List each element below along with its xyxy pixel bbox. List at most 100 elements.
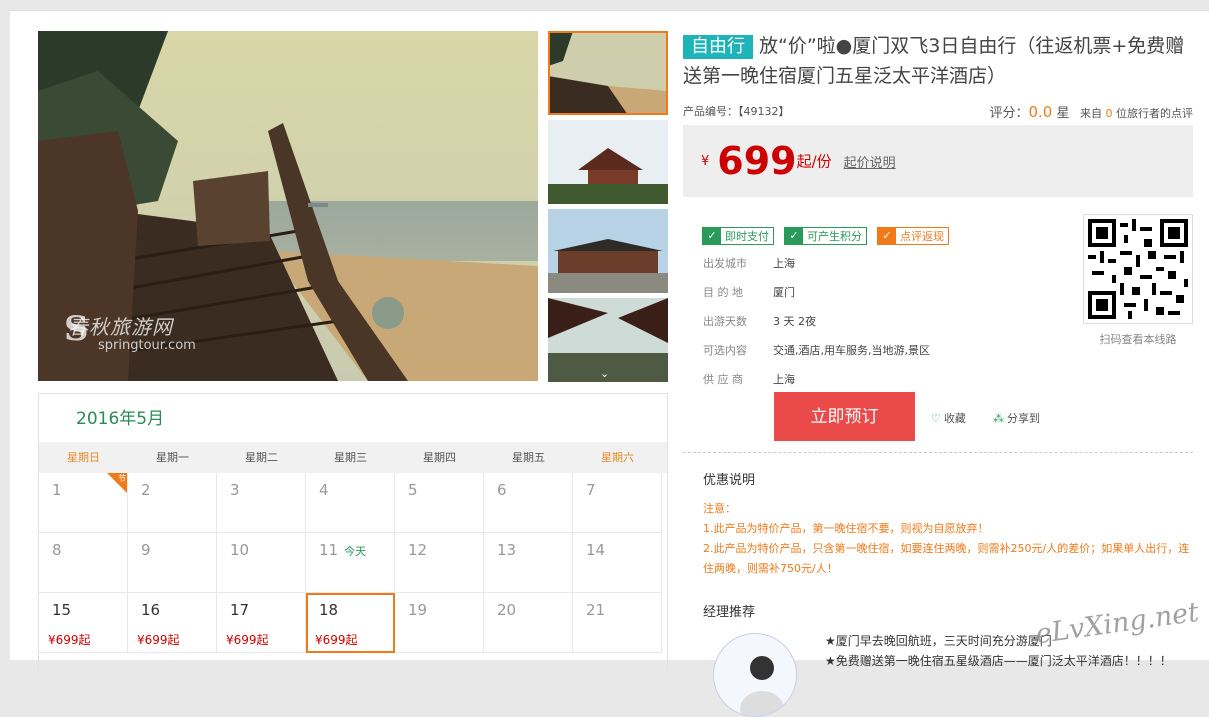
field-days: 出游天数 3 天 2夜 <box>703 315 816 328</box>
day-number: 9 <box>141 541 151 559</box>
day-number: 14 <box>586 541 606 559</box>
day-number: 18 <box>319 601 339 619</box>
day-price: ¥699起 <box>48 633 91 647</box>
calendar-day[interactable]: 12 <box>395 533 484 593</box>
calendar-title: 2016年5月 <box>76 409 165 429</box>
thumbnail-4[interactable]: ⌄ <box>548 298 668 382</box>
product-fields: 出发城市 上海 目 的 地厦门 出游天数 3 天 2夜 可选内容 交通,酒店,用车服务… <box>703 249 930 394</box>
product-tag: 自由行 <box>683 35 753 59</box>
day-price: ¥699起 <box>315 633 358 647</box>
promo-notes: 注意： 1.此产品为特价产品，第一晚住宿不要，则视为自愿放弃！ 2.此产品为特价… <box>703 499 1198 579</box>
calendar-day[interactable]: 17 ¥699起 <box>217 593 306 653</box>
field-destination: 目 的 地厦门 <box>703 286 795 299</box>
reviews-count[interactable]: 0 <box>1106 107 1113 120</box>
check-icon: ✓ <box>785 228 803 244</box>
product-code: 产品编号：【49132】 <box>683 105 790 118</box>
badge-points: ✓ 可产生积分 <box>784 227 867 245</box>
calendar-day[interactable]: 21 <box>573 593 662 653</box>
calendar-day[interactable]: 5 <box>395 473 484 533</box>
qr-caption: 扫码查看本线路 <box>1099 333 1177 346</box>
day-number: 19 <box>408 601 428 619</box>
calendar-day[interactable]: 14 <box>573 533 662 593</box>
calendar: 2016年5月 星期日 星期一 星期二 星期三 星期四 星期五 星期六 1节 2 3… <box>38 393 668 673</box>
day-number: 11 <box>319 541 339 559</box>
reviews-prefix: 来自 <box>1080 107 1102 120</box>
calendar-weekdays: 星期日 星期一 星期二 星期三 星期四 星期五 星期六 <box>39 442 667 473</box>
calendar-day[interactable]: 3 <box>217 473 306 533</box>
day-number: 3 <box>230 481 240 499</box>
feature-badges: ✓ 即时支付 ✓ 可产生积分 ✓ 点评返现 <box>702 227 949 245</box>
day-number: 5 <box>408 481 418 499</box>
calendar-day[interactable]: 10 <box>217 533 306 593</box>
price-explain-link[interactable]: 起价说明 <box>844 156 896 171</box>
calendar-day[interactable]: 8 <box>39 533 128 593</box>
page: S 春秋旅游网 springtour.com ⌄ 自由行 放“价”啦●厦门双飞3… <box>10 10 1209 717</box>
day-number: 13 <box>497 541 517 559</box>
chevron-down-icon[interactable]: ⌄ <box>600 367 609 380</box>
badge-instant-pay: ✓ 即时支付 <box>702 227 774 245</box>
weekday-sun: 星期日 <box>67 451 100 464</box>
weekday-mon: 星期一 <box>156 451 189 464</box>
thumbnail-3[interactable] <box>548 209 668 293</box>
calendar-day[interactable]: 7 <box>573 473 662 533</box>
price-unit: 起/份 <box>796 152 832 171</box>
product-info: 自由行 放“价”啦●厦门双飞3日自由行（往返机票+免费赠送第一晚住宿厦门五星泛太平… <box>683 31 1193 197</box>
field-options: 可选内容 交通,酒店,用车服务,当地游,景区 <box>703 344 930 357</box>
qr-code <box>1083 214 1193 324</box>
watermark-en: springtour.com <box>98 338 196 353</box>
weekday-fri: 星期五 <box>512 451 545 464</box>
calendar-day[interactable]: 13 <box>484 533 573 593</box>
share-button[interactable]: ⁂ 分享到 <box>993 410 1040 426</box>
calendar-day[interactable]: 9 <box>128 533 217 593</box>
manager-heading: 经理推荐 <box>703 605 756 620</box>
day-price: ¥699起 <box>226 633 269 647</box>
rating-block: 评分：0.0 星 来自 0 位旅行者的点评 <box>989 103 1193 121</box>
day-number: 4 <box>319 481 329 499</box>
weekday-tue: 星期二 <box>245 451 278 464</box>
calendar-day[interactable]: 15 ¥699起 <box>39 593 128 653</box>
day-number: 20 <box>497 601 517 619</box>
promo-line: 2.此产品为特价产品，只含第一晚住宿，如要连住两晚，则需补250元/人的差价；如… <box>703 542 1190 575</box>
product-meta: 产品编号：【49132】 评分：0.0 星 来自 0 位旅行者的点评 <box>683 103 1193 121</box>
day-number: 17 <box>230 601 250 619</box>
reviews-suffix: 位旅行者的点评 <box>1116 107 1193 120</box>
day-number: 12 <box>408 541 428 559</box>
calendar-grid: 1 节 2 3 4 5 6 7 8 9 10 11 今天 12 13 14 15 ¥699起 16 ¥699起 17 ¥6… <box>39 473 667 653</box>
calendar-day[interactable]: 11 今天 <box>306 533 395 593</box>
thumbnail-1[interactable] <box>548 31 668 115</box>
day-number: 10 <box>230 541 250 559</box>
field-supplier: 供 应 商上海 <box>703 373 795 386</box>
check-icon: ✓ <box>878 228 896 244</box>
calendar-day[interactable]: 2 <box>128 473 217 533</box>
day-number: 15 <box>52 601 72 619</box>
thumbnail-2[interactable] <box>548 120 668 204</box>
day-number: 1 <box>52 481 62 499</box>
score-label: 评分： <box>989 106 1029 121</box>
calendar-day[interactable]: 16 ¥699起 <box>128 593 217 653</box>
manager-text: ★厦门早去晚回航班，三天时间充分游厦门 ★免费赠送第一晚住宿五星级酒店——厦门泛… <box>825 634 1172 668</box>
price-currency: ¥ <box>701 153 710 169</box>
day-number: 8 <box>52 541 62 559</box>
favorite-button[interactable]: ♡ 收藏 <box>931 410 966 426</box>
product-title-block: 自由行 放“价”啦●厦门双飞3日自由行（往返机票+免费赠送第一晚住宿厦门五星泛太平… <box>683 31 1193 91</box>
calendar-day[interactable]: 20 <box>484 593 573 653</box>
heart-icon: ♡ <box>931 412 941 425</box>
weekday-thu: 星期四 <box>423 451 456 464</box>
main-photo[interactable]: S 春秋旅游网 springtour.com <box>38 31 538 381</box>
day-number: 6 <box>497 481 507 499</box>
calendar-day[interactable]: 19 <box>395 593 484 653</box>
watermark: S 春秋旅游网 springtour.com <box>64 309 196 353</box>
day-number: 2 <box>141 481 151 499</box>
thumbnail-strip: ⌄ <box>548 31 668 387</box>
calendar-day[interactable]: 1节 <box>39 473 128 533</box>
calendar-day[interactable]: 4 <box>306 473 395 533</box>
day-number: 7 <box>586 481 596 499</box>
calendar-day[interactable]: 6 <box>484 473 573 533</box>
divider <box>683 452 1193 453</box>
book-now-button[interactable]: 立即预订 <box>774 392 915 441</box>
promo-heading: 优惠说明 <box>703 473 756 488</box>
score-unit: 星 <box>1056 106 1070 121</box>
price-box: ¥699起/份 起价说明 <box>683 125 1193 197</box>
calendar-day[interactable]: 18 ¥699起 <box>306 593 395 653</box>
product-title: 放“价”啦●厦门双飞3日自由行（往返机票+免费赠送第一晚住宿厦门五星泛太平洋酒店… <box>683 35 1185 87</box>
